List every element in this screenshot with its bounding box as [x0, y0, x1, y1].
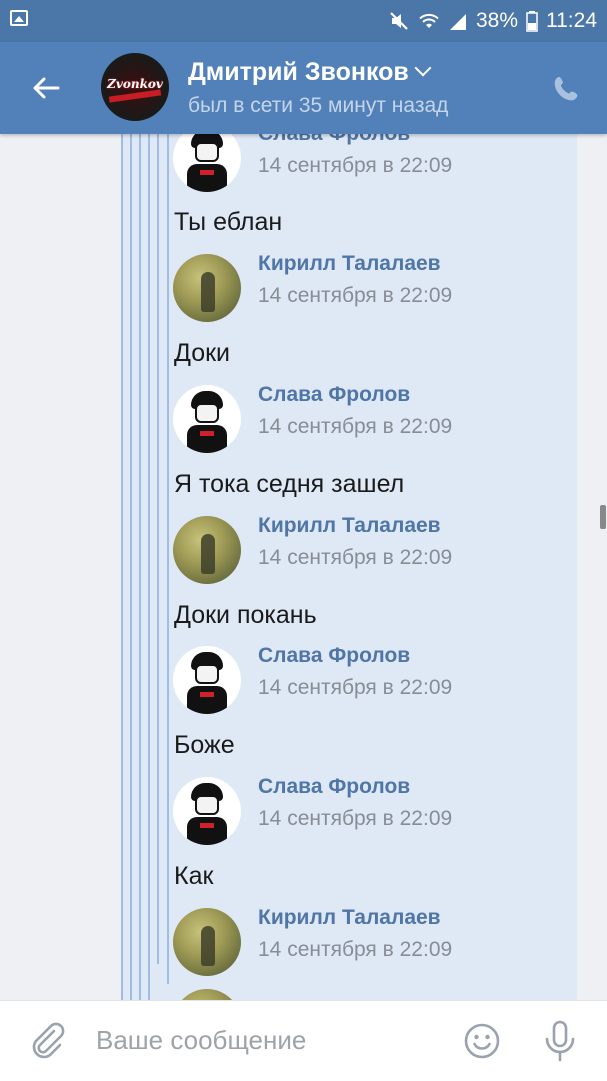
avatar-badge — [200, 170, 214, 175]
wifi-icon — [419, 13, 439, 28]
author-name[interactable]: Слава Фролов — [258, 644, 410, 668]
author-name[interactable]: Слава Фролов — [258, 134, 410, 146]
avatar-face — [195, 403, 219, 423]
author-name[interactable]: Кирилл Талалаев — [258, 906, 441, 930]
last-seen-status: был в сети 35 минут назад — [188, 94, 449, 117]
message-time: 14 сентября в 22:09 — [258, 284, 453, 307]
message-text: Доки — [174, 339, 231, 367]
contact-avatar[interactable]: Zvonkov — [101, 53, 169, 121]
message-header[interactable]: Слава Фролов 14 сентября в 22:09 — [173, 134, 553, 192]
message-header[interactable]: Слава Фролов 14 сентября в 22:09 — [173, 383, 553, 453]
quote-line — [139, 134, 141, 1000]
message-header[interactable]: Слава Фролов 14 сентября в 22:09 — [173, 644, 553, 714]
quote-line — [157, 134, 159, 964]
message-input[interactable]: Ваше сообщение — [96, 1025, 306, 1056]
message-header-partial[interactable] — [173, 989, 553, 1000]
gallery-icon — [10, 10, 28, 26]
emoji-icon[interactable] — [463, 1022, 501, 1060]
mute-icon — [390, 12, 408, 30]
status-bar: 38% 11:24 — [0, 0, 607, 42]
avatar-badge — [200, 692, 214, 697]
quote-line — [167, 134, 169, 984]
author-name[interactable]: Кирилл Талалаев — [258, 252, 441, 276]
attach-icon[interactable] — [28, 1021, 68, 1061]
avatar[interactable] — [173, 516, 241, 584]
chevron-down-icon — [414, 59, 432, 77]
avatar[interactable] — [173, 777, 241, 845]
avatar-face — [195, 142, 219, 162]
battery-percent: 38% — [475, 9, 518, 32]
author-name[interactable]: Слава Фролов — [258, 383, 410, 407]
avatar-logo-text: Zvonkov — [107, 77, 163, 91]
message-text: Ты еблан — [174, 208, 283, 236]
battery-icon — [526, 11, 538, 32]
message-composer: Ваше сообщение — [0, 1000, 607, 1081]
avatar[interactable] — [173, 646, 241, 714]
contact-name-text: Дмитрий Звонков — [188, 58, 409, 86]
message-time: 14 сентября в 22:09 — [258, 676, 453, 699]
avatar-silhouette — [201, 272, 215, 312]
avatar-badge — [200, 823, 214, 828]
avatar-body — [187, 425, 227, 453]
forwarded-messages-block[interactable]: Слава Фролов 14 сентября в 22:09 Ты ебла… — [121, 134, 577, 1000]
avatar-badge — [200, 431, 214, 436]
avatar-body — [187, 817, 227, 845]
message-time: 14 сентября в 22:09 — [258, 546, 453, 569]
avatar-silhouette — [201, 534, 215, 574]
contact-name[interactable]: Дмитрий Звонков — [188, 58, 432, 87]
quote-line — [130, 134, 132, 1000]
avatar-face — [195, 795, 219, 815]
scrollbar-thumb[interactable] — [600, 505, 606, 529]
avatar[interactable] — [173, 254, 241, 322]
author-name[interactable]: Кирилл Талалаев — [258, 514, 441, 538]
message-header[interactable]: Кирилл Талалаев 14 сентября в 22:09 — [173, 514, 553, 584]
avatar-body — [187, 686, 227, 714]
quote-line — [148, 134, 150, 1000]
message-header[interactable]: Кирилл Талалаев 14 сентября в 22:09 — [173, 906, 553, 976]
avatar[interactable] — [173, 134, 241, 192]
message-text: Я тока седня зашел — [174, 470, 405, 498]
avatar-body — [187, 164, 227, 192]
avatar[interactable] — [173, 385, 241, 453]
message-time: 14 сентября в 22:09 — [258, 154, 453, 177]
message-header[interactable]: Кирилл Талалаев 14 сентября в 22:09 — [173, 252, 553, 322]
avatar[interactable] — [173, 908, 241, 976]
author-name[interactable]: Слава Фролов — [258, 775, 410, 799]
message-header[interactable]: Слава Фролов 14 сентября в 22:09 — [173, 775, 553, 845]
clock: 11:24 — [546, 9, 597, 32]
message-text: Как — [174, 862, 214, 890]
phone-icon[interactable] — [551, 74, 581, 104]
avatar[interactable] — [173, 989, 241, 1000]
message-text: Боже — [174, 731, 235, 759]
message-time: 14 сентября в 22:09 — [258, 938, 453, 961]
message-time: 14 сентября в 22:09 — [258, 807, 453, 830]
signal-icon — [449, 14, 466, 30]
avatar-logo-stripe — [108, 89, 162, 103]
chat-header: Zvonkov Дмитрий Звонков был в сети 35 ми… — [0, 42, 607, 134]
quote-line — [121, 134, 123, 1000]
back-arrow-icon[interactable] — [28, 70, 64, 106]
message-time: 14 сентября в 22:09 — [258, 415, 453, 438]
message-text: Доки покань — [174, 601, 317, 629]
avatar-face — [195, 664, 219, 684]
avatar-silhouette — [201, 926, 215, 966]
microphone-icon[interactable] — [540, 1019, 580, 1063]
